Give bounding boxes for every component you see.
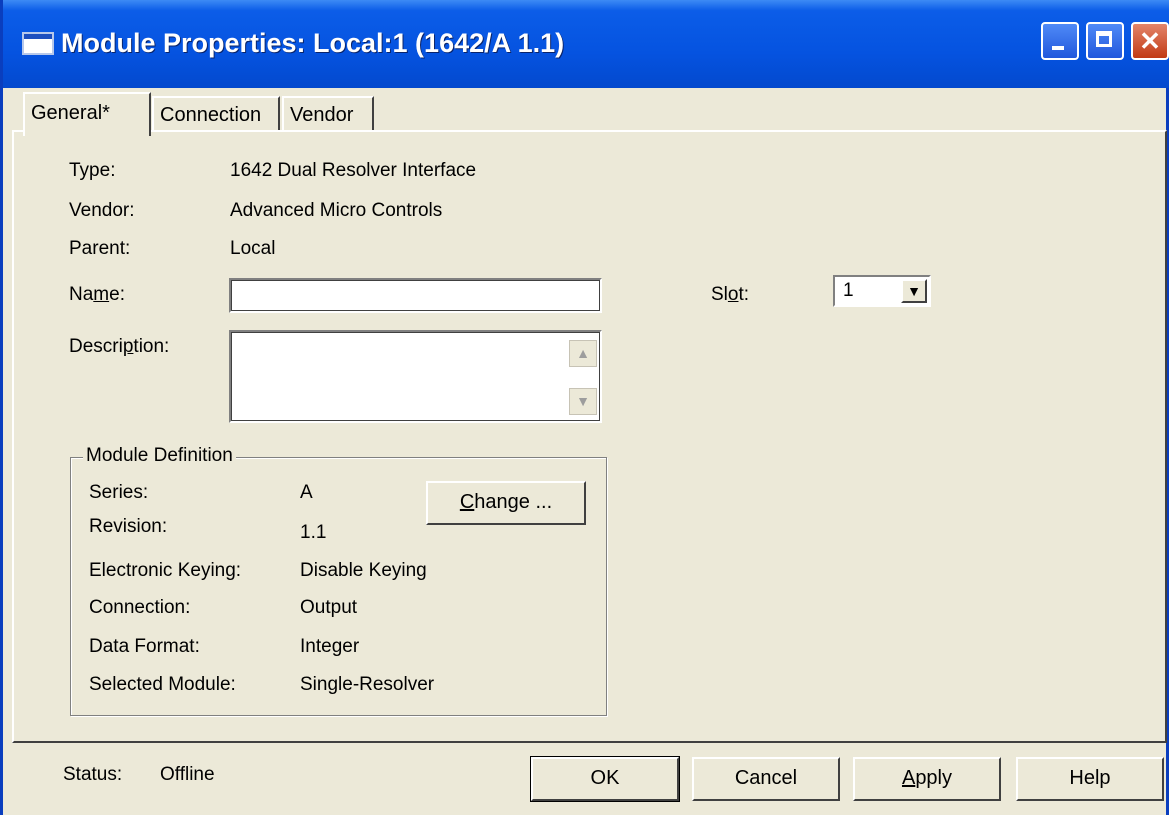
- ok-button[interactable]: OK: [530, 756, 680, 802]
- tab-vendor[interactable]: Vendor: [282, 96, 374, 132]
- general-tab-panel: [12, 130, 1167, 743]
- window-icon: [22, 32, 54, 55]
- minimize-icon[interactable]: [1041, 22, 1079, 60]
- apply-button[interactable]: Apply: [853, 757, 1001, 801]
- status-value: Offline: [160, 764, 215, 785]
- tab-connection-label: Connection: [160, 104, 262, 126]
- title-bar[interactable]: Module Properties: Local:1 (1642/A 1.1) …: [3, 0, 1169, 88]
- help-button[interactable]: Help: [1016, 757, 1164, 801]
- window-title: Module Properties: Local:1 (1642/A 1.1): [61, 28, 565, 58]
- maximize-icon[interactable]: [1086, 22, 1124, 60]
- tab-general-label: General*: [31, 102, 110, 124]
- cancel-button[interactable]: Cancel: [692, 757, 840, 801]
- status-label: Status:: [63, 764, 123, 785]
- tab-connection[interactable]: Connection: [152, 96, 280, 132]
- tab-vendor-label: Vendor: [290, 104, 354, 126]
- tab-general[interactable]: General*: [23, 92, 151, 136]
- module-properties-dialog: Module Properties: Local:1 (1642/A 1.1) …: [0, 0, 1169, 815]
- close-icon[interactable]: ✕: [1131, 22, 1169, 60]
